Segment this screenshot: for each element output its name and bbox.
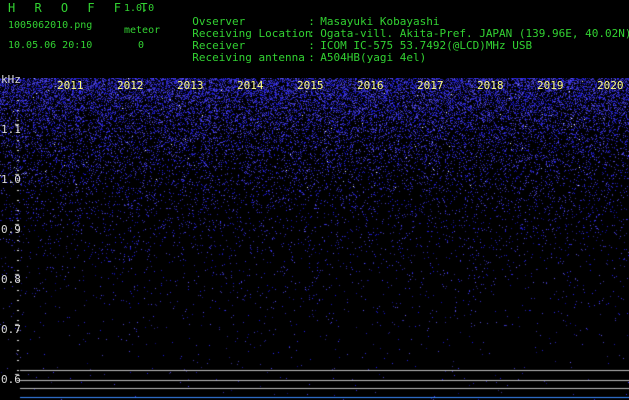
- year-label: 2017: [417, 79, 444, 92]
- year-label: 2011: [57, 79, 84, 92]
- meta-label: Receiving antenna: [192, 51, 305, 64]
- meta-antenna: Receiving antenna: A504HB(yagi 4el): [192, 51, 427, 64]
- y-tick-label: 0.9: [1, 223, 21, 236]
- year-label: 2020: [597, 79, 624, 92]
- y-tick-label: 1.0: [1, 173, 21, 186]
- frequency-unit-label: kHz: [1, 73, 21, 86]
- year-label: 2012: [117, 79, 144, 92]
- y-tick-label: 0.7: [1, 323, 21, 336]
- meteor-label: meteor: [124, 25, 161, 36]
- year-label: 2014: [237, 79, 264, 92]
- meteor-count: 0: [138, 40, 145, 51]
- year-label: 2013: [177, 79, 204, 92]
- meta-value: A504HB(yagi 4el): [320, 51, 427, 64]
- y-tick-label: 0.8: [1, 273, 21, 286]
- year-label: 2015: [297, 79, 324, 92]
- year-label: 2016: [357, 79, 384, 92]
- app-version: 1.0.0: [124, 3, 155, 14]
- image-filename: 1005062010.png: [8, 20, 93, 31]
- y-tick-label: 1.1: [1, 123, 21, 136]
- y-tick-label: 0.6: [1, 373, 21, 386]
- spectrogram-canvas: [0, 78, 629, 400]
- year-label: 2019: [537, 79, 564, 92]
- year-label: 2018: [477, 79, 504, 92]
- capture-datetime: 10.05.06 20:10: [8, 40, 93, 51]
